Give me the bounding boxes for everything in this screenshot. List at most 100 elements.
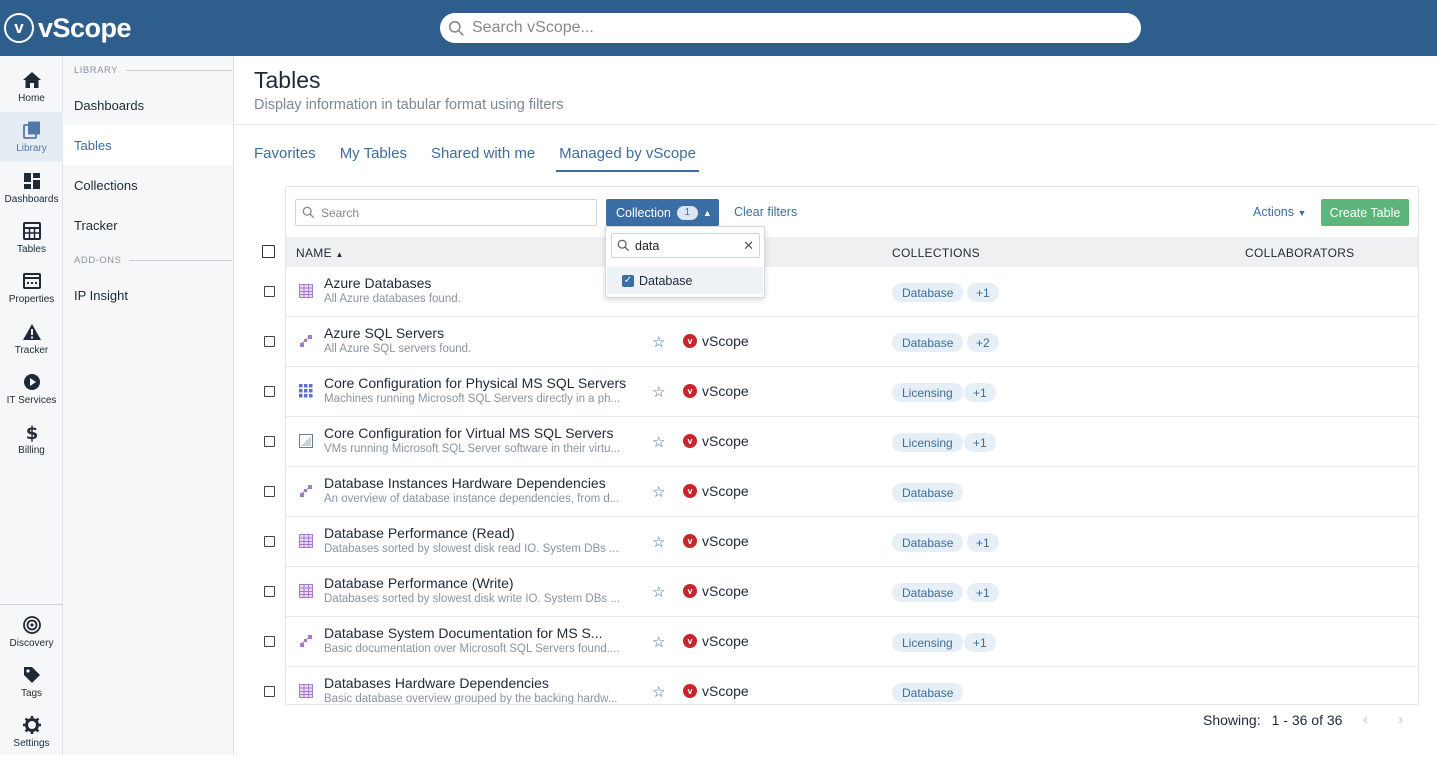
table-search-input[interactable] [321, 205, 571, 220]
table-search[interactable] [295, 199, 597, 226]
chevron-down-icon: ▼ [1297, 208, 1307, 218]
tab-shared-with-me[interactable]: Shared with me [431, 142, 535, 172]
more-collections-chip[interactable]: +2 [967, 333, 999, 352]
table-grid-icon [299, 534, 313, 548]
rail-label: Tracker [14, 345, 49, 356]
collection-chip[interactable]: Database [892, 683, 964, 702]
table-row[interactable]: Databases Hardware Dependencies Basic dat… [286, 667, 1418, 704]
nav-item-tables[interactable]: Tables [63, 125, 233, 165]
table-row[interactable]: Core Configuration for Physical MS SQL S… [286, 367, 1418, 417]
favorite-star-icon[interactable]: ☆ [652, 383, 665, 401]
collection-chip[interactable]: Licensing [892, 383, 963, 402]
table-row[interactable]: Azure SQL Servers All Azure SQL servers f… [286, 317, 1418, 367]
tab-my-tables[interactable]: My Tables [340, 142, 407, 172]
favorite-star-icon[interactable]: ☆ [652, 333, 665, 351]
more-collections-chip[interactable]: +1 [967, 283, 999, 302]
row-checkbox[interactable] [264, 636, 275, 647]
more-collections-chip[interactable]: +1 [964, 433, 996, 452]
collection-search-input[interactable] [635, 238, 740, 253]
table-name[interactable]: Database Performance (Read) [324, 525, 638, 541]
row-checkbox[interactable] [264, 286, 275, 297]
collection-chip[interactable]: Database [892, 333, 964, 352]
collection-chip[interactable]: Database [892, 533, 964, 552]
table-name[interactable]: Database System Documentation for MS S..… [324, 625, 638, 641]
favorite-star-icon[interactable]: ☆ [652, 433, 665, 451]
table-name[interactable]: Database Instances Hardware Dependencies [324, 475, 638, 491]
table-name[interactable]: Core Configuration for Physical MS SQL S… [324, 375, 638, 391]
rail-item-library[interactable]: Library [0, 112, 63, 162]
row-checkbox[interactable] [264, 536, 275, 547]
dependency-icon [299, 484, 313, 498]
row-checkbox[interactable] [264, 336, 275, 347]
favorite-star-icon[interactable]: ☆ [652, 633, 665, 651]
table-row[interactable]: Database Performance (Read) Databases sor… [286, 517, 1418, 567]
checkbox-checked-icon[interactable]: ✓ [622, 274, 634, 287]
rail-item-tags[interactable]: Tags [0, 657, 63, 707]
collection-dropdown-search[interactable]: ✕ [611, 233, 760, 258]
settings-icon [22, 716, 41, 734]
collection-chip[interactable]: Database [892, 483, 964, 502]
table-name[interactable]: Database Performance (Write) [324, 575, 638, 591]
table-row[interactable]: Database System Documentation for MS S..… [286, 617, 1418, 667]
table-name[interactable]: Azure SQL Servers [324, 325, 638, 341]
rail-item-tables[interactable]: Tables [0, 213, 63, 263]
rail-item-settings[interactable]: Settings [0, 707, 63, 757]
collection-option-database[interactable]: ✓ Database [607, 267, 763, 294]
favorite-star-icon[interactable]: ☆ [652, 683, 665, 701]
more-collections-chip[interactable]: +1 [967, 533, 999, 552]
nav-item-dashboards[interactable]: Dashboards [63, 85, 233, 125]
vscope-logo[interactable]: v vScope [4, 10, 132, 46]
rail-item-dashboards[interactable]: Dashboards [0, 163, 63, 213]
table-row[interactable]: Azure Databases All Azure databases found… [286, 267, 1418, 317]
pagination: Showing: 1 - 36 of 36 ‹ › [1203, 711, 1403, 728]
row-checkbox[interactable] [264, 386, 275, 397]
dependency-icon [299, 334, 313, 348]
collection-chip[interactable]: Database [892, 583, 964, 602]
more-collections-chip[interactable]: +1 [964, 383, 996, 402]
row-checkbox[interactable] [264, 586, 275, 597]
more-collections-chip[interactable]: +1 [967, 583, 999, 602]
prev-page-icon[interactable]: ‹ [1363, 711, 1368, 728]
rail-item-tracker[interactable]: Tracker [0, 314, 63, 364]
vscope-owner-icon: v [683, 584, 697, 598]
rail-item-it-services[interactable]: IT Services [0, 364, 63, 414]
table-row[interactable]: Database Performance (Write) Databases so… [286, 567, 1418, 617]
collection-chip[interactable]: Licensing [892, 633, 963, 652]
rail-item-billing[interactable]: $ Billing [0, 414, 63, 464]
rail-item-home[interactable]: Home [0, 62, 63, 112]
nav-item-ip-insight[interactable]: IP Insight [63, 275, 233, 315]
table-row[interactable]: Core Configuration for Virtual MS SQL Se… [286, 417, 1418, 467]
tab-managed-by-vscope[interactable]: Managed by vScope [556, 142, 699, 172]
dashboards-icon [23, 173, 40, 189]
actions-menu[interactable]: Actions ▼ [1253, 205, 1306, 219]
rail-item-discovery[interactable]: Discovery [0, 607, 63, 657]
tables-icon [22, 222, 41, 240]
global-search[interactable]: Search vScope... [440, 13, 1141, 43]
table-name[interactable]: Core Configuration for Virtual MS SQL Se… [324, 425, 638, 441]
favorite-star-icon[interactable]: ☆ [652, 533, 665, 551]
icon-rail: Home Library Dashboards Tables Propertie… [0, 56, 63, 755]
tab-favorites[interactable]: Favorites [254, 142, 316, 172]
table-row[interactable]: Database Instances Hardware Dependencies… [286, 467, 1418, 517]
collection-filter-button[interactable]: Collection 1 ▲ [606, 199, 719, 226]
row-checkbox[interactable] [264, 486, 275, 497]
next-page-icon[interactable]: › [1398, 711, 1403, 728]
collection-chip[interactable]: Licensing [892, 433, 963, 452]
column-name[interactable]: NAME ▲ [296, 246, 344, 260]
row-checkbox[interactable] [264, 436, 275, 447]
favorite-star-icon[interactable]: ☆ [652, 583, 665, 601]
create-table-button[interactable]: Create Table [1321, 199, 1409, 226]
nav-item-tracker[interactable]: Tracker [63, 205, 233, 245]
more-collections-chip[interactable]: +1 [964, 633, 996, 652]
table-name[interactable]: Databases Hardware Dependencies [324, 675, 638, 691]
collection-chip[interactable]: Database [892, 283, 964, 302]
clear-filters-link[interactable]: Clear filters [734, 205, 797, 219]
nav-item-collections[interactable]: Collections [63, 165, 233, 205]
row-checkbox[interactable] [264, 686, 275, 697]
favorite-star-icon[interactable]: ☆ [652, 483, 665, 501]
table-name[interactable]: Azure Databases [324, 275, 638, 291]
close-icon[interactable]: ✕ [743, 238, 754, 254]
select-all-checkbox[interactable] [262, 245, 275, 258]
rail-item-properties[interactable]: Properties [0, 263, 63, 313]
vscope-owner-icon: v [683, 684, 697, 698]
